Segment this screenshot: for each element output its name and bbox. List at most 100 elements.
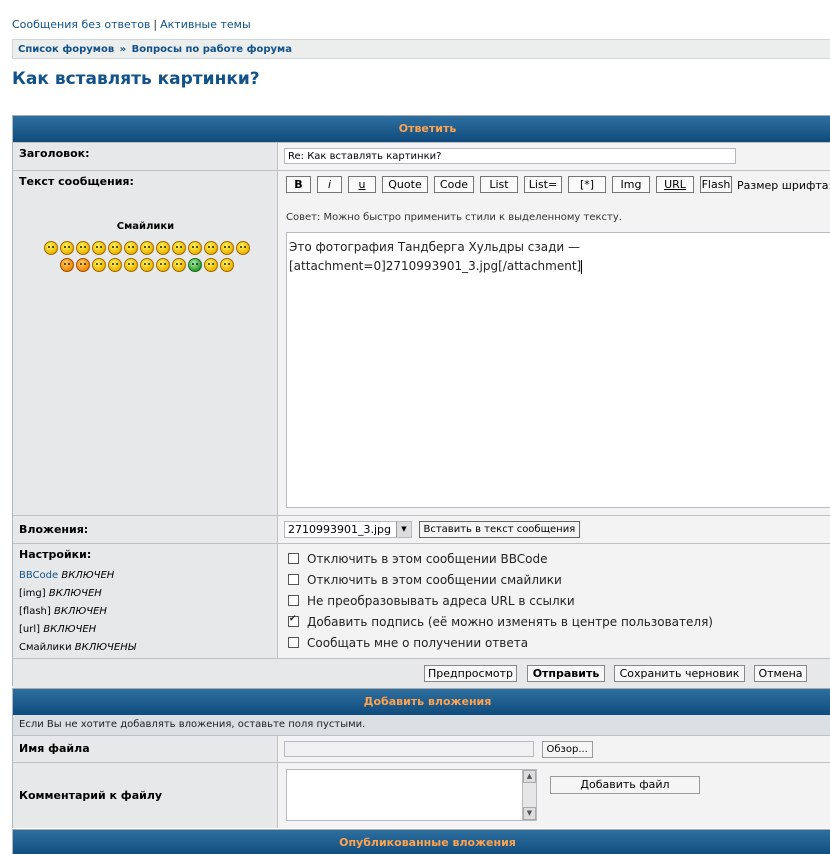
smiley-icon[interactable]: [140, 241, 154, 255]
smiley-icon[interactable]: [156, 258, 170, 272]
attachment-select[interactable]: 2710993901_3.jpg ▼: [284, 521, 412, 538]
attachments-notice: Если Вы не хотите добавлять вложения, ос…: [13, 715, 830, 735]
bbcode-code-button[interactable]: Code: [434, 176, 474, 193]
smiley-icon[interactable]: [140, 258, 154, 272]
checkbox[interactable]: [288, 595, 299, 606]
file-comment-label: Комментарий к файлу: [13, 763, 278, 828]
insert-attachment-button[interactable]: Вставить в текст сообщения: [418, 521, 581, 538]
bbcode-quote-button[interactable]: Quote: [382, 176, 428, 193]
smiley-icon[interactable]: [156, 241, 170, 255]
smilies-title: Смайлики: [116, 221, 175, 232]
add-file-button[interactable]: Добавить файл: [550, 776, 700, 794]
smiley-icon[interactable]: [92, 258, 106, 272]
smiley-icon[interactable]: [92, 241, 106, 255]
message-row: Текст сообщения: Смайлики B i u Quote Co…: [13, 170, 830, 515]
filename-input[interactable]: [284, 741, 534, 757]
breadcrumb-section[interactable]: Вопросы по работе форума: [132, 44, 292, 55]
scroll-up-icon[interactable]: ▲: [523, 770, 536, 783]
checkbox[interactable]: [288, 574, 299, 585]
setting-state: ВКЛЮЧЕН: [48, 588, 102, 599]
scrollbar[interactable]: ▲ ▼: [522, 770, 536, 820]
filename-row: Имя файла Обзор...: [13, 735, 830, 762]
formatting-tip: Совет: Можно быстро применить стили к вы…: [286, 212, 622, 223]
smiley-icon[interactable]: [204, 258, 218, 272]
smiley-icon[interactable]: [60, 241, 74, 255]
option-disable-smilies[interactable]: Отключить в этом сообщении смайлики: [288, 573, 562, 587]
link-separator: |: [153, 18, 158, 31]
bbcode-img-button[interactable]: Img: [612, 176, 650, 193]
breadcrumb-separator: »: [119, 44, 127, 55]
checkbox[interactable]: [288, 553, 299, 564]
reply-panel: Ответить Заголовок: Re: Как вставлять ка…: [12, 115, 830, 688]
bbcode-bold-button[interactable]: B: [286, 176, 311, 193]
option-label: Отключить в этом сообщении BBCode: [307, 552, 548, 566]
text-caret: [581, 259, 583, 274]
checkbox[interactable]: [288, 637, 299, 648]
setting-name: Смайлики: [19, 642, 72, 653]
smiley-icon[interactable]: [124, 258, 138, 272]
attachments-label: Вложения:: [13, 516, 278, 543]
subject-input[interactable]: Re: Как вставлять картинки?: [284, 148, 736, 164]
message-textarea[interactable]: Это фотография Тандберга Хульдры сзади —…: [286, 232, 830, 508]
scroll-down-icon[interactable]: ▼: [523, 807, 536, 820]
file-comment-row: Комментарий к файлу ▲ ▼ Добавить файл: [13, 762, 830, 828]
top-links: Сообщения без ответов | Активные темы: [12, 18, 251, 31]
bbcode-list-ordered-button[interactable]: List=: [524, 176, 562, 193]
smiley-icon[interactable]: [220, 258, 234, 272]
font-size-label: Размер шрифта:: [737, 179, 830, 192]
smiley-icon[interactable]: [44, 241, 58, 255]
bbcode-italic-button[interactable]: i: [317, 176, 342, 193]
file-comment-textarea[interactable]: ▲ ▼: [286, 769, 537, 821]
published-attachments-header: Опубликованные вложения: [13, 829, 830, 854]
setting-name: [flash]: [19, 606, 51, 617]
smiley-icon[interactable]: [188, 258, 202, 272]
smiley-icon[interactable]: [172, 241, 186, 255]
smiley-icon[interactable]: [60, 258, 74, 272]
active-topics-link[interactable]: Активные темы: [160, 18, 251, 31]
option-disable-urls[interactable]: Не преобразовывать адреса URL в ссылки: [288, 594, 575, 608]
cancel-button[interactable]: Отмена: [754, 665, 807, 682]
chevron-down-icon[interactable]: ▼: [396, 522, 411, 537]
smiley-icon[interactable]: [236, 241, 250, 255]
page-title: Как вставлять картинки?: [12, 69, 260, 89]
preview-button[interactable]: Предпросмотр: [424, 665, 517, 682]
subject-label: Заголовок:: [13, 143, 278, 170]
smiley-icon[interactable]: [76, 241, 90, 255]
published-attachments-panel: Опубликованные вложения: [12, 829, 830, 854]
bbcode-flash-button[interactable]: Flash: [700, 176, 732, 193]
smiley-icon[interactable]: [172, 258, 186, 272]
smiley-icon[interactable]: [204, 241, 218, 255]
setting-state: ВКЛЮЧЕН: [43, 624, 97, 635]
breadcrumb-forums[interactable]: Список форумов: [18, 44, 114, 55]
setting-state: ВКЛЮЧЕН: [61, 570, 115, 581]
option-disable-bbcode[interactable]: Отключить в этом сообщении BBCode: [288, 552, 548, 566]
option-label: Отключить в этом сообщении смайлики: [307, 573, 562, 587]
option-label: Не преобразовывать адреса URL в ссылки: [307, 594, 575, 608]
bbcode-underline-button[interactable]: u: [348, 176, 376, 193]
browse-button[interactable]: Обзор...: [541, 741, 593, 758]
subject-row: Заголовок: Re: Как вставлять картинки?: [13, 142, 830, 170]
bbcode-list-item-button[interactable]: [*]: [568, 176, 606, 193]
bbcode-list-button[interactable]: List: [480, 176, 518, 193]
smiley-icon[interactable]: [108, 241, 122, 255]
smiley-icon[interactable]: [124, 241, 138, 255]
smiley-icon[interactable]: [220, 241, 234, 255]
bbcode-url-button[interactable]: URL: [656, 176, 694, 193]
smiley-icon[interactable]: [108, 258, 122, 272]
unanswered-link[interactable]: Сообщения без ответов: [12, 18, 150, 31]
option-label: Сообщать мне о получении ответа: [307, 636, 529, 650]
checkbox-checked[interactable]: [288, 614, 299, 627]
option-attach-signature[interactable]: Добавить подпись (её можно изменять в це…: [288, 614, 713, 629]
add-attachments-panel: Добавить вложения Если Вы не хотите доба…: [12, 688, 830, 828]
setting-name[interactable]: BBCode: [19, 570, 58, 581]
option-notify-reply[interactable]: Сообщать мне о получении ответа: [288, 636, 528, 650]
setting-state: ВКЛЮЧЕНЫ: [74, 642, 136, 653]
submit-button[interactable]: Отправить: [527, 665, 605, 682]
setting-state: ВКЛЮЧЕН: [53, 606, 107, 617]
smiley-icon[interactable]: [188, 241, 202, 255]
add-attachments-header: Добавить вложения: [13, 688, 830, 715]
settings-row: Настройки: BBCode ВКЛЮЧЕН [img] ВКЛЮЧЕН …: [13, 543, 830, 658]
setting-name: [img]: [19, 588, 46, 599]
smiley-icon[interactable]: [76, 258, 90, 272]
save-draft-button[interactable]: Сохранить черновик: [614, 665, 745, 682]
